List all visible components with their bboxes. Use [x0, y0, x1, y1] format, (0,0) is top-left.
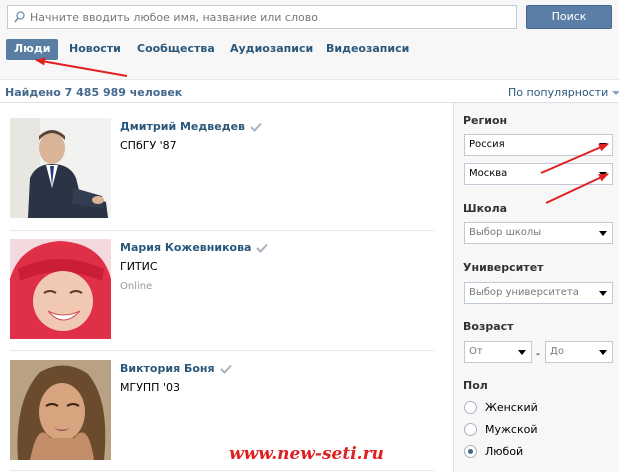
search-button[interactable]: Поиск — [526, 5, 612, 29]
radio-button[interactable] — [464, 423, 477, 436]
radio-label: Мужской — [485, 423, 538, 436]
gender-label: Пол — [463, 379, 488, 392]
filters-sidebar: Регион Россия Москва Школа Выбор школы У… — [453, 103, 619, 472]
city-select[interactable]: Москва — [464, 163, 613, 185]
avatar[interactable] — [10, 118, 111, 218]
divider — [10, 230, 435, 231]
chevron-down-icon — [612, 91, 619, 95]
age-range-dash: - — [536, 347, 540, 360]
tab-video[interactable]: Видеозаписи — [326, 39, 409, 60]
chevron-down-icon — [599, 143, 607, 148]
radio-button-selected[interactable] — [464, 445, 477, 458]
radio-label: Женский — [485, 401, 538, 414]
tab-communities[interactable]: Сообщества — [137, 39, 215, 60]
avatar[interactable] — [10, 360, 111, 460]
person-name[interactable]: Виктория Боня — [120, 362, 232, 375]
radio-button[interactable] — [464, 401, 477, 414]
results-count: Найдено 7 485 989 человек — [5, 86, 183, 99]
person-education: МГУПП '03 — [120, 381, 180, 394]
university-label: Университет — [463, 261, 544, 274]
verified-check-icon — [256, 243, 269, 253]
divider — [10, 350, 435, 351]
age-from-select[interactable]: От — [464, 341, 532, 363]
university-select[interactable]: Выбор университета — [464, 282, 613, 304]
search-box[interactable] — [7, 5, 517, 29]
search-icon — [14, 11, 25, 23]
divider — [10, 470, 435, 471]
chevron-down-icon — [599, 350, 607, 355]
person-education: СПбГУ '87 — [120, 139, 177, 152]
chevron-down-icon — [599, 291, 607, 296]
tab-people[interactable]: Люди — [6, 39, 59, 60]
tab-news[interactable]: Новости — [69, 39, 121, 60]
age-label: Возраст — [463, 320, 514, 333]
age-to-select[interactable]: До — [545, 341, 613, 363]
person-education: ГИТИС — [120, 260, 158, 273]
search-header: Поиск Люди Новости Сообщества Аудиозапис… — [0, 0, 619, 80]
chevron-down-icon — [599, 172, 607, 177]
radio-label: Любой — [485, 445, 524, 458]
search-input[interactable] — [30, 9, 510, 25]
country-select[interactable]: Россия — [464, 134, 613, 156]
avatar[interactable] — [10, 239, 111, 339]
verified-check-icon — [250, 122, 262, 132]
school-label: Школа — [463, 202, 508, 215]
sort-label: По популярности — [508, 86, 609, 99]
watermark: www.new-seti.ru — [229, 444, 384, 464]
online-status: Online — [120, 281, 153, 292]
chevron-down-icon — [518, 350, 526, 355]
person-name[interactable]: Мария Кожевникова — [120, 241, 269, 254]
region-label: Регион — [463, 114, 508, 127]
person-name[interactable]: Дмитрий Медведев — [120, 120, 262, 133]
school-select[interactable]: Выбор школы — [464, 222, 613, 244]
verified-check-icon — [219, 364, 232, 374]
tab-audio[interactable]: Аудиозаписи — [230, 39, 313, 60]
chevron-down-icon — [599, 231, 607, 236]
sort-dropdown[interactable]: По популярности — [508, 86, 619, 99]
